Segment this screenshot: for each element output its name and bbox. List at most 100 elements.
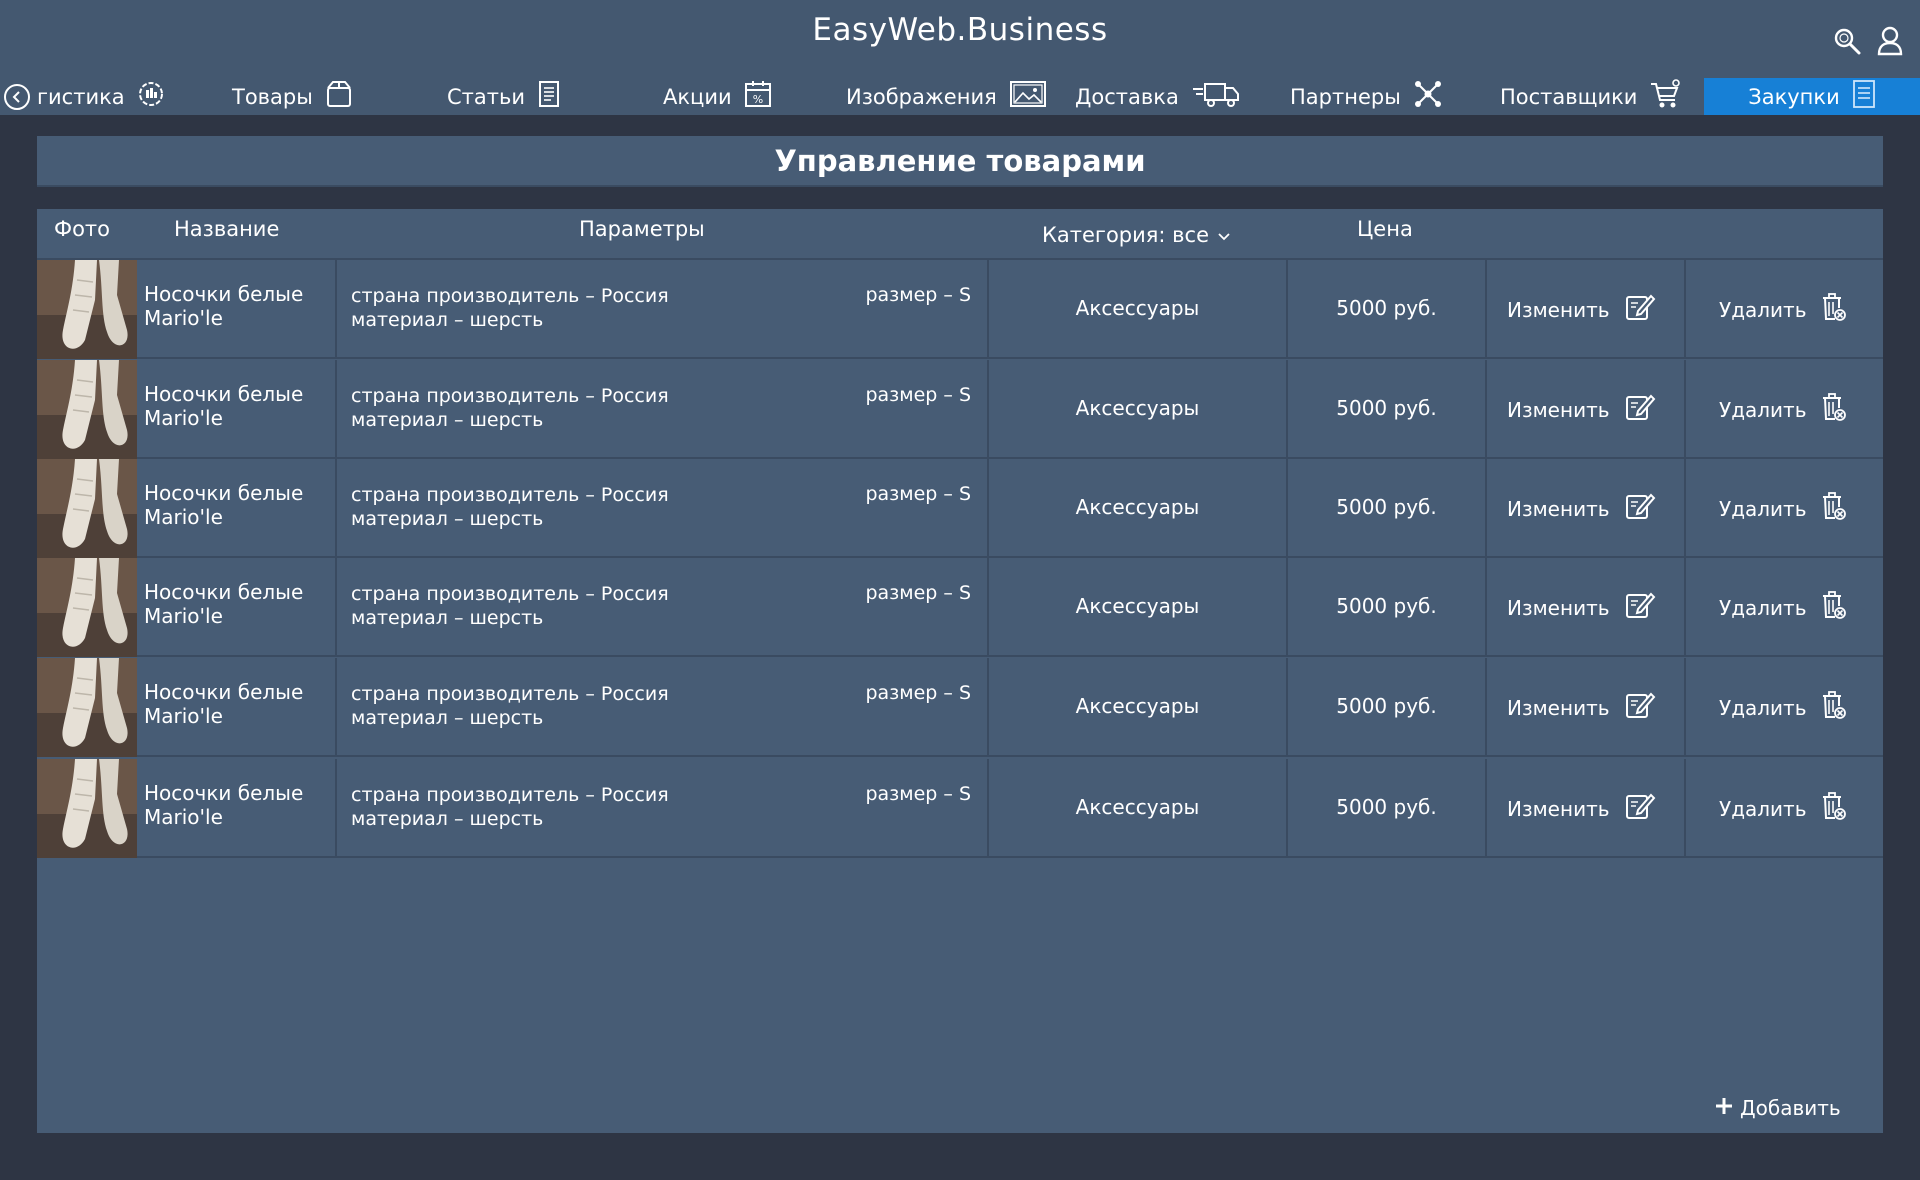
nav-item-label: Поставщики (1500, 84, 1638, 109)
product-params-cell: страна производитель – Россия материал –… (337, 360, 989, 459)
product-name-cell: Носочки белые Mario'le (137, 558, 337, 657)
delete-button[interactable]: Удалить (1686, 459, 1883, 558)
edit-label: Изменить (1507, 496, 1610, 521)
product-price: 5000 руб. (1288, 558, 1487, 657)
param-material: материал – шерсть (351, 707, 544, 729)
page-title: Управление товарами (37, 136, 1883, 187)
product-category: Аксессуары (989, 658, 1288, 757)
product-photo[interactable] (37, 558, 137, 657)
product-name-cell: Носочки белые Mario'le (137, 658, 337, 757)
product-params-cell: страна производитель – Россия материал –… (337, 558, 989, 657)
edit-button[interactable]: Изменить (1487, 360, 1686, 459)
nav-item-suppliers[interactable]: Поставщики (1500, 78, 1681, 115)
table-row: Носочки белые Mario'le страна производит… (37, 759, 1883, 858)
nav-item-promotions[interactable]: Акции % (663, 78, 772, 115)
product-photo[interactable] (37, 759, 137, 858)
product-price: 5000 руб. (1288, 260, 1487, 359)
nav-item-label: Товары (232, 84, 313, 109)
product-price: 5000 руб. (1288, 360, 1487, 459)
edit-button[interactable]: Изменить (1487, 759, 1686, 858)
network-icon (1413, 79, 1443, 114)
percent-calendar-icon: % (744, 80, 772, 113)
product-name-cell: Носочки белые Mario'le (137, 459, 337, 558)
top-header: EasyWeb.Business гистика Товары Статьи А… (0, 0, 1920, 115)
product-category: Аксессуары (989, 260, 1288, 359)
delete-button[interactable]: Удалить (1686, 360, 1883, 459)
param-size: размер – S (865, 682, 971, 704)
product-params-cell: страна производитель – Россия материал –… (337, 260, 989, 359)
product-photo[interactable] (37, 260, 137, 359)
main-nav: гистика Товары Статьи Акции % Изображени… (0, 78, 1920, 115)
table-header: Фото Название Параметры Категория: все Ц… (37, 209, 1883, 260)
product-price: 5000 руб. (1288, 459, 1487, 558)
nav-item-purchases[interactable]: Закупки (1704, 78, 1920, 115)
param-size: размер – S (865, 582, 971, 604)
logistics-icon (137, 80, 165, 113)
category-filter-dropdown[interactable]: Категория: все (1042, 209, 1231, 260)
cart-icon (1649, 79, 1681, 114)
list-icon (1852, 79, 1876, 114)
svg-text:%: % (752, 93, 762, 106)
nav-item-products[interactable]: Товары (232, 78, 353, 115)
product-name: Носочки белые Mario'le (144, 680, 304, 728)
edit-button[interactable]: Изменить (1487, 260, 1686, 359)
product-price: 5000 руб. (1288, 658, 1487, 757)
image-icon (1009, 80, 1047, 113)
param-size: размер – S (865, 783, 971, 805)
delete-button[interactable]: Удалить (1686, 558, 1883, 657)
edit-label: Изменить (1507, 595, 1610, 620)
product-photo[interactable] (37, 658, 137, 757)
nav-item-label: Изображения (846, 84, 997, 109)
param-size: размер – S (865, 284, 971, 306)
table-row: Носочки белые Mario'le страна производит… (37, 658, 1883, 757)
user-icon[interactable] (1873, 24, 1907, 58)
nav-item-delivery[interactable]: Доставка (1075, 78, 1241, 115)
table-row: Носочки белые Mario'le страна производит… (37, 558, 1883, 657)
edit-button[interactable]: Изменить (1487, 459, 1686, 558)
edit-label: Изменить (1507, 397, 1610, 422)
box-icon (325, 80, 353, 113)
category-filter-label: Категория: все (1042, 222, 1210, 247)
nav-item-partners[interactable]: Партнеры (1290, 78, 1443, 115)
product-category: Аксессуары (989, 759, 1288, 858)
document-icon (537, 80, 561, 113)
product-category: Аксессуары (989, 558, 1288, 657)
edit-label: Изменить (1507, 695, 1610, 720)
param-material: материал – шерсть (351, 508, 544, 530)
edit-icon (1624, 790, 1656, 827)
product-photo[interactable] (37, 459, 137, 558)
nav-item-logistics[interactable]: гистика (37, 78, 165, 115)
trash-icon (1821, 590, 1847, 625)
product-category: Аксессуары (989, 360, 1288, 459)
nav-item-label: Статьи (447, 84, 526, 109)
column-header-price: Цена (1357, 217, 1413, 241)
product-params-cell: страна производитель – Россия материал –… (337, 658, 989, 757)
edit-button[interactable]: Изменить (1487, 558, 1686, 657)
product-photo[interactable] (37, 360, 137, 459)
edit-label: Изменить (1507, 297, 1610, 322)
add-product-button[interactable]: Добавить (1714, 1093, 1841, 1123)
table-row: Носочки белые Mario'le страна производит… (37, 260, 1883, 359)
edit-button[interactable]: Изменить (1487, 658, 1686, 757)
nav-item-label: Партнеры (1290, 84, 1401, 109)
search-icon[interactable] (1830, 24, 1864, 58)
nav-item-images[interactable]: Изображения (846, 78, 1047, 115)
delete-button[interactable]: Удалить (1686, 260, 1883, 359)
plus-icon (1714, 1096, 1734, 1121)
delete-label: Удалить (1719, 595, 1807, 620)
product-params-cell: страна производитель – Россия материал –… (337, 759, 989, 858)
nav-item-articles[interactable]: Статьи (447, 78, 561, 115)
delete-button[interactable]: Удалить (1686, 759, 1883, 858)
product-name: Носочки белые Mario'le (144, 580, 304, 628)
product-name: Носочки белые Mario'le (144, 481, 304, 529)
column-header-params: Параметры (579, 217, 705, 241)
delete-button[interactable]: Удалить (1686, 658, 1883, 757)
nav-back-icon[interactable] (4, 84, 30, 110)
column-header-name: Название (174, 217, 280, 241)
nav-item-label: Закупки (1748, 84, 1840, 109)
truck-icon (1191, 80, 1241, 113)
trash-icon (1821, 392, 1847, 427)
delete-label: Удалить (1719, 796, 1807, 821)
param-material: материал – шерсть (351, 309, 544, 331)
nav-item-label: гистика (37, 84, 125, 109)
